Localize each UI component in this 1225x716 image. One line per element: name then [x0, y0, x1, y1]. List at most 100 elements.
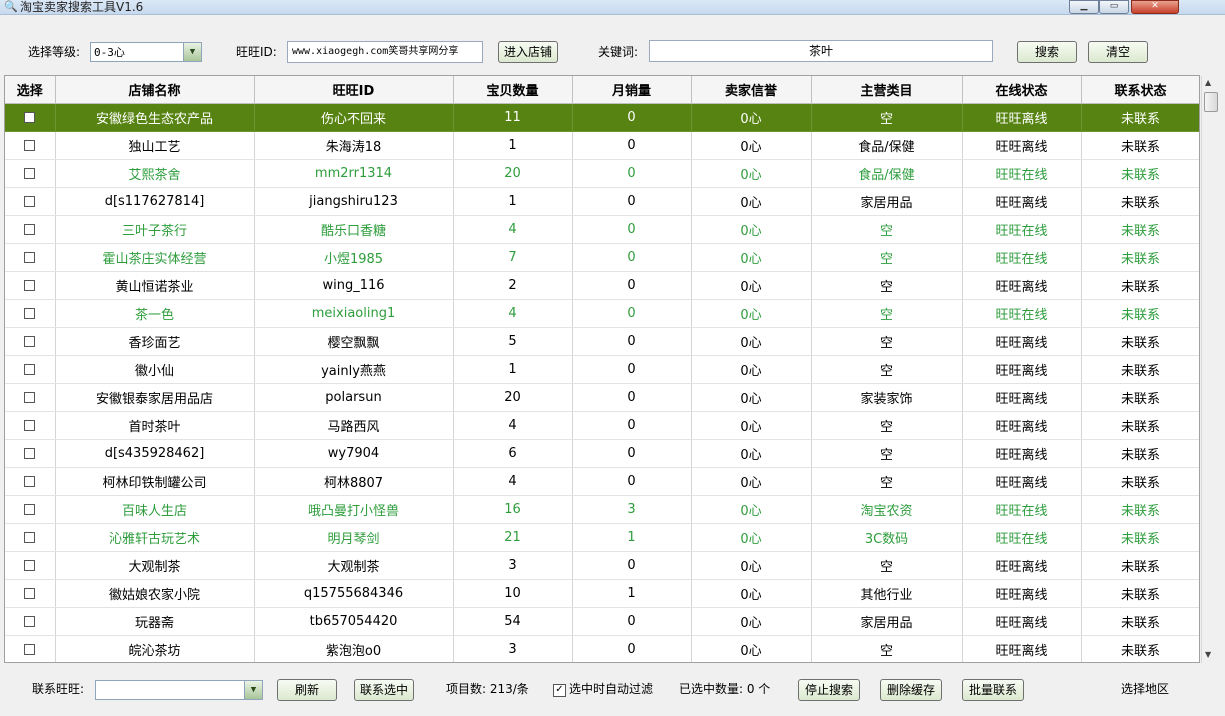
- row-checkbox[interactable]: [24, 392, 36, 403]
- level-select[interactable]: 0-3心 ▼: [90, 42, 202, 62]
- seller-credit-cell: 0心: [691, 439, 812, 468]
- scroll-down-icon[interactable]: ▼: [1205, 650, 1211, 659]
- row-checkbox[interactable]: [24, 196, 36, 207]
- table-row[interactable]: 沁雅轩古玩艺术 明月琴剑 21 1 0心 3C数码 旺旺在线 未联系: [5, 523, 1199, 552]
- scroll-thumb[interactable]: [1204, 92, 1218, 112]
- item-count-cell: 6: [453, 439, 573, 468]
- row-checkbox[interactable]: [24, 112, 36, 123]
- row-checkbox[interactable]: [24, 280, 36, 291]
- header-online-status[interactable]: 在线状态: [962, 76, 1082, 104]
- row-checkbox[interactable]: [24, 532, 36, 543]
- keyword-input[interactable]: 茶叶: [649, 40, 993, 62]
- enter-shop-button[interactable]: 进入店铺: [498, 41, 558, 63]
- table-row[interactable]: 茶一色 meixiaoling1 4 0 0心空旺旺在线 未联系: [5, 299, 1199, 328]
- item-count-cell: 4: [453, 411, 573, 440]
- table-row[interactable]: 皖沁茶坊 紫泡泡o0 3 0 0心空旺旺离线 未联系: [5, 635, 1199, 662]
- header-main-category[interactable]: 主营类目: [811, 76, 963, 104]
- row-checkbox[interactable]: [24, 448, 36, 459]
- row-select-cell: [5, 159, 56, 188]
- row-checkbox[interactable]: [24, 644, 36, 655]
- wangwang-id-cell: 樱空飘飘: [254, 327, 454, 356]
- online-status-cell: 旺旺离线: [962, 635, 1082, 662]
- results-table: 选择 店铺名称 旺旺ID 宝贝数量 月销量 卖家信誉 主营类目 在线状态 联系状…: [5, 76, 1199, 662]
- scroll-up-icon[interactable]: ▲: [1205, 78, 1211, 87]
- header-monthly-sales[interactable]: 月销量: [572, 76, 692, 104]
- header-wangwang-id[interactable]: 旺旺ID: [254, 76, 454, 104]
- maximize-button[interactable]: ▭: [1099, 0, 1129, 14]
- item-count-cell: 4: [453, 467, 573, 496]
- header-item-count[interactable]: 宝贝数量: [453, 76, 573, 104]
- main-category-cell: 空: [811, 243, 963, 272]
- seller-credit-cell: 0心: [691, 607, 812, 636]
- table-row[interactable]: d[s435928462] wy7904 6 0 0心空旺旺离线 未联系: [5, 439, 1199, 468]
- row-checkbox[interactable]: [24, 420, 36, 431]
- row-checkbox[interactable]: [24, 224, 36, 235]
- main-category-cell: 空: [811, 411, 963, 440]
- online-status-cell: 旺旺离线: [962, 327, 1082, 356]
- header-select[interactable]: 选择: [5, 76, 56, 104]
- auto-filter-checkbox[interactable]: ✓: [553, 684, 566, 697]
- header-shop-name[interactable]: 店铺名称: [55, 76, 255, 104]
- table-row[interactable]: 柯林印铁制罐公司 柯林8807 4 0 0心空旺旺离线 未联系: [5, 467, 1199, 496]
- contact-status-cell: 未联系: [1081, 411, 1199, 440]
- auto-filter-label: 选中时自动过滤: [569, 682, 654, 696]
- seller-credit-cell: 0心: [691, 467, 812, 496]
- row-checkbox[interactable]: [24, 504, 36, 515]
- stop-search-button[interactable]: 停止搜索: [798, 679, 860, 701]
- search-button[interactable]: 搜索: [1017, 41, 1077, 63]
- row-select-cell: [5, 103, 56, 132]
- table-row[interactable]: 百味人生店 哦凸曼打小怪兽 16 3 0心 淘宝农资 旺旺在线 未联系: [5, 495, 1199, 524]
- table-row[interactable]: 安徽绿色生态农产品 伤心不回来 11 0 0心空旺旺离线 未联系: [5, 103, 1199, 132]
- seller-credit-cell: 0心: [691, 523, 812, 552]
- clear-button[interactable]: 清空: [1088, 41, 1148, 63]
- table-row[interactable]: 玩器斋 tb657054420 54 0 0心 家居用品 旺旺离线 未联系: [5, 607, 1199, 636]
- row-checkbox[interactable]: [24, 140, 36, 151]
- vertical-scrollbar[interactable]: ▲ ▼: [1201, 76, 1220, 663]
- table-row[interactable]: d[s117627814] jiangshiru123 1 0 0心 家居用品 旺旺离线 未联…: [5, 187, 1199, 216]
- contact-select[interactable]: ▼: [95, 680, 263, 700]
- online-status-cell: 旺旺离线: [962, 103, 1082, 132]
- row-checkbox[interactable]: [24, 364, 36, 375]
- minimize-button[interactable]: ▁: [1069, 0, 1099, 14]
- wangwang-input[interactable]: www.xiaogegh.com笑哥共享网分享: [287, 41, 483, 63]
- row-checkbox[interactable]: [24, 588, 36, 599]
- table-row[interactable]: 香珍面艺 樱空飘飘 5 0 0心空旺旺离线 未联系: [5, 327, 1199, 356]
- chevron-down-icon[interactable]: ▼: [244, 681, 262, 699]
- row-checkbox[interactable]: [24, 560, 36, 571]
- row-checkbox[interactable]: [24, 252, 36, 263]
- seller-credit-cell: 0心: [691, 355, 812, 384]
- table-row[interactable]: 大观制茶 大观制茶 3 0 0心空旺旺离线 未联系: [5, 551, 1199, 580]
- monthly-sales-cell: 0: [572, 607, 692, 636]
- row-checkbox[interactable]: [24, 616, 36, 627]
- close-button[interactable]: ✕: [1131, 0, 1179, 14]
- table-row[interactable]: 徽姑娘农家小院 q15755684346 10 1 0心 其他行业 旺旺离线 未联系: [5, 579, 1199, 608]
- row-checkbox[interactable]: [24, 308, 36, 319]
- refresh-button[interactable]: 刷新: [277, 679, 337, 701]
- online-status-cell: 旺旺离线: [962, 439, 1082, 468]
- shop-name-cell: d[s117627814]: [55, 187, 255, 216]
- table-row[interactable]: 独山工艺 朱海涛18 1 0 0心 食品/保健 旺旺离线 未联系: [5, 131, 1199, 160]
- batch-contact-button[interactable]: 批量联系: [962, 679, 1024, 701]
- select-region-link[interactable]: 选择地区: [1121, 678, 1169, 700]
- delete-cache-button[interactable]: 删除缓存: [880, 679, 942, 701]
- table-row[interactable]: 三叶子茶行 酷乐口香糖 4 0 0心空旺旺在线 未联系: [5, 215, 1199, 244]
- row-checkbox[interactable]: [24, 336, 36, 347]
- contact-status-cell: 未联系: [1081, 467, 1199, 496]
- chevron-down-icon[interactable]: ▼: [183, 43, 201, 61]
- table-row[interactable]: 安徽银泰家居用品店 polarsun 20 0 0心 家装家饰 旺旺离线 未联系: [5, 383, 1199, 412]
- table-row[interactable]: 首时茶叶 马路西风 4 0 0心空旺旺离线 未联系: [5, 411, 1199, 440]
- table-row[interactable]: 徽小仙 yainly燕燕 1 0 0心空旺旺离线 未联系: [5, 355, 1199, 384]
- row-checkbox[interactable]: [24, 168, 36, 179]
- row-select-cell: [5, 607, 56, 636]
- table-row[interactable]: 黄山恒诺茶业 wing_116 2 0 0心空旺旺离线 未联系: [5, 271, 1199, 300]
- header-seller-credit[interactable]: 卖家信誉: [691, 76, 812, 104]
- contact-selected-button[interactable]: 联系选中: [354, 679, 414, 701]
- online-status-cell: 旺旺离线: [962, 271, 1082, 300]
- main-category-cell: 淘宝农资: [811, 495, 963, 524]
- table-row[interactable]: 艾熙茶舍 mm2rr1314 20 0 0心 食品/保健 旺旺在线 未联系: [5, 159, 1199, 188]
- online-status-cell: 旺旺在线: [962, 495, 1082, 524]
- wangwang-id-cell: meixiaoling1: [254, 299, 454, 328]
- header-contact-status[interactable]: 联系状态: [1081, 76, 1199, 104]
- table-row[interactable]: 霍山茶庄实体经营 小煜1985 7 0 0心空旺旺在线 未联系: [5, 243, 1199, 272]
- row-checkbox[interactable]: [24, 476, 36, 487]
